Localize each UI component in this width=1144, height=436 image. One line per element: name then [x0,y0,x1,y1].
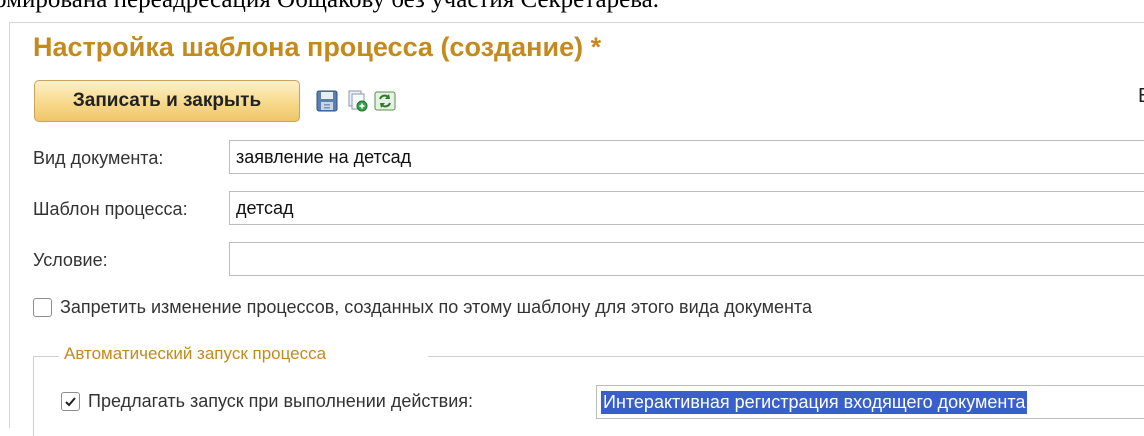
checkmark-icon [65,397,76,407]
forbid-change-label: Запретить изменение процессов, созданных… [60,297,812,317]
process-template-window: Настройка шаблона процесса (создание) * … [9,22,1144,436]
refresh-icon[interactable] [373,89,397,113]
save-icon[interactable] [315,89,339,113]
save-and-close-button[interactable]: Записать и закрыть [34,80,300,122]
group-border-right [428,356,1144,357]
document-text-line: рмирована переадресация Общакову без уча… [0,0,659,14]
group-border-left [33,356,59,357]
document-type-field[interactable]: заявление на детсад [229,140,1144,174]
auto-start-group-title: Автоматический запуск процесса [64,344,327,363]
offer-launch-checkbox[interactable] [61,392,80,411]
window-title: Настройка шаблона процесса (создание) * [33,32,602,62]
document-type-label: Вид документа: [33,148,164,168]
offer-launch-row[interactable]: Предлагать запуск при выполнении действи… [61,391,473,412]
group-border-vertical [33,356,34,436]
copy-add-icon[interactable] [346,89,370,113]
forbid-change-row[interactable]: Запретить изменение процессов, созданных… [33,297,812,318]
process-template-label: Шаблон процесса: [33,199,188,219]
process-template-field[interactable]: детсад [229,191,1144,225]
launch-action-value: Интерактивная регистрация входящего доку… [601,390,1028,414]
forbid-change-checkbox[interactable] [33,298,52,317]
condition-field[interactable] [229,242,1144,276]
condition-label: Условие: [33,250,108,270]
toolbar-truncated-label[interactable]: В [1138,85,1144,108]
offer-launch-label: Предлагать запуск при выполнении действи… [88,391,474,411]
launch-action-field[interactable]: Интерактивная регистрация входящего доку… [596,385,1144,419]
